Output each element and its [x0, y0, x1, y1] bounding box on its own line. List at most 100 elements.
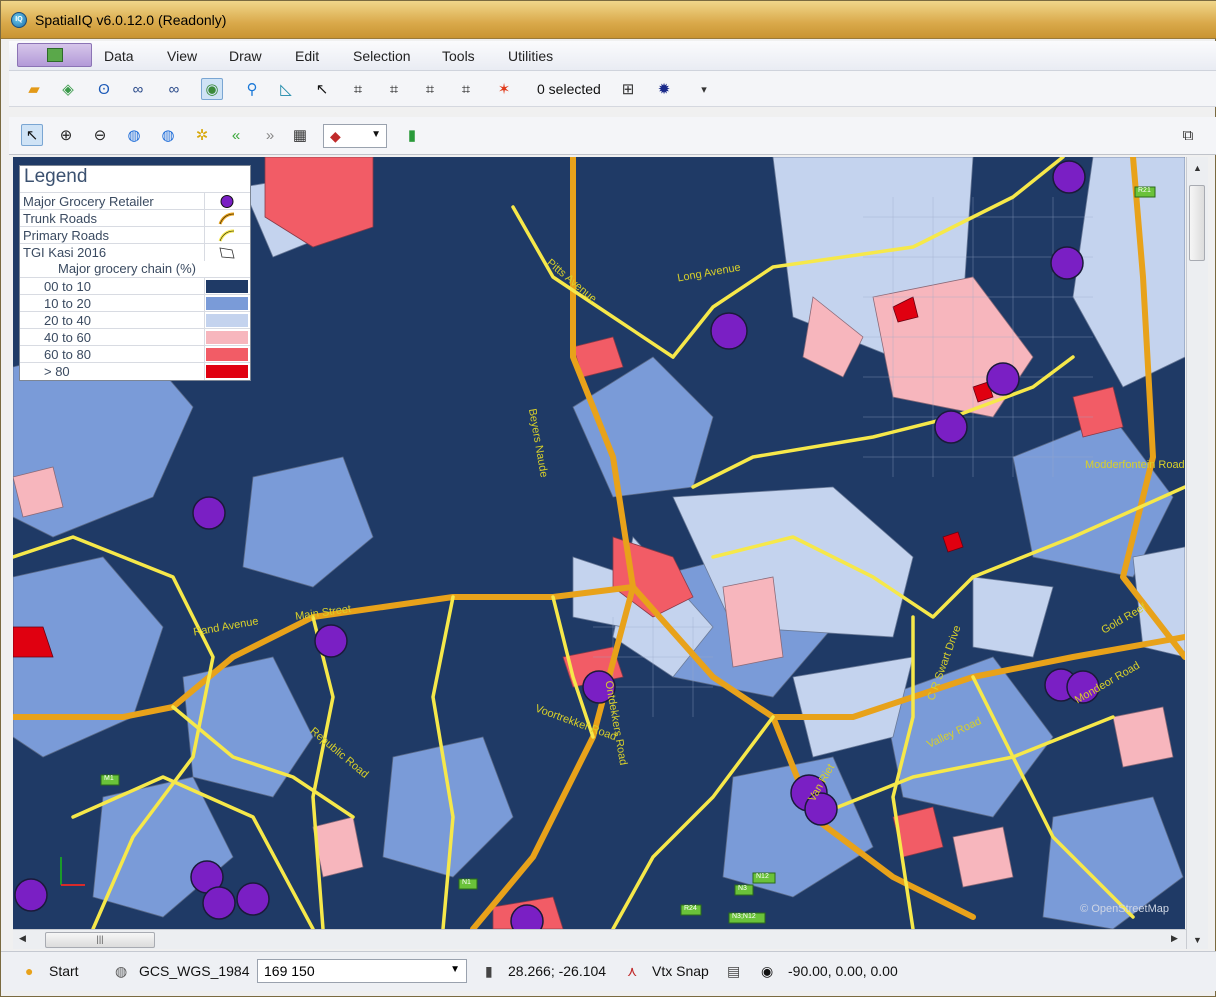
settings-gear-icon[interactable]: ✲	[191, 124, 213, 146]
menu-tools[interactable]: Tools	[442, 48, 475, 64]
point-select-icon[interactable]: ↖	[311, 78, 333, 100]
trunk-road-icon	[218, 212, 235, 225]
basemap-icon: ◆	[330, 128, 341, 144]
snap-icon: ⋏	[627, 963, 638, 979]
open-folder-icon[interactable]: ▰	[23, 78, 45, 100]
globe-settings-icon[interactable]: ✹	[653, 78, 675, 100]
route-shield-label: N3;N12	[732, 913, 756, 920]
horizontal-scrollbar[interactable]: ◀ ||| ▶	[13, 929, 1186, 949]
route-shield-label: R21	[1138, 187, 1151, 194]
globe-icon: ◍	[115, 963, 128, 979]
scroll-up-icon[interactable]: ▲	[1193, 163, 1202, 173]
select-tool-icon[interactable]: ʘ	[93, 78, 115, 100]
scroll-down-icon[interactable]: ▼	[1193, 935, 1202, 945]
class-swatch	[206, 297, 248, 310]
menu-draw[interactable]: Draw	[229, 48, 262, 64]
basemap-select[interactable]: ◆ ▼	[323, 124, 387, 148]
horizontal-scroll-thumb[interactable]: |||	[45, 932, 155, 948]
measure-icon[interactable]: ◺	[275, 78, 297, 100]
menu-selection[interactable]: Selection	[353, 48, 411, 64]
scroll-left-icon[interactable]: ◀	[19, 933, 26, 944]
vertex-snap-toggle[interactable]: Vtx Snap	[652, 963, 709, 979]
scroll-right-icon[interactable]: ▶	[1171, 933, 1178, 944]
vertex-icon[interactable]: ∞	[163, 78, 185, 100]
zoom-in-icon[interactable]: ⊕	[55, 124, 77, 146]
street-label: Modderfontein Road	[1085, 459, 1185, 471]
polygon-select-icon[interactable]: ⌗	[419, 78, 441, 100]
selection-count: 0 selected	[537, 81, 601, 97]
vertical-scrollbar[interactable]: ▲ ▼	[1186, 157, 1208, 949]
previous-extent-icon[interactable]: «	[225, 124, 247, 146]
primary-road-icon	[218, 229, 235, 242]
menu-edit[interactable]: Edit	[295, 48, 319, 64]
file-menu-button[interactable]	[17, 43, 92, 67]
legend-class-row: > 80	[20, 362, 250, 380]
legend-class-row: 20 to 40	[20, 311, 250, 329]
legend-class-row: 60 to 80	[20, 345, 250, 363]
class-swatch	[206, 314, 248, 327]
route-shield-label: M1	[104, 775, 114, 782]
lightbulb-icon: ●	[25, 963, 34, 979]
pin-icon[interactable]: ⚲	[241, 78, 263, 100]
grid-icon[interactable]: ▦	[289, 124, 311, 146]
route-shield-label: R24	[684, 905, 697, 912]
menu-bar: Data View Draw Edit Selection Tools Util…	[9, 41, 1216, 71]
route-shield-label: N12	[756, 873, 769, 880]
bookmark-icon[interactable]: ▮	[401, 124, 423, 146]
table-icon[interactable]: ⊞	[617, 78, 639, 100]
chevron-down-icon: ▼	[371, 129, 381, 140]
scale-select[interactable]: 169 150 ▼	[257, 959, 467, 983]
class-swatch	[206, 365, 248, 378]
legend-row-tgi-kasi: TGI Kasi 2016	[20, 243, 250, 261]
zoom-out-icon[interactable]: ⊖	[89, 124, 111, 146]
view-rotation: -90.00, 0.00, 0.00	[788, 963, 898, 979]
note-icon[interactable]: ▤	[727, 963, 740, 980]
legend-theme-title: Major grocery chain (%)	[58, 261, 196, 276]
overflow-dropdown-icon[interactable]: ▾	[693, 78, 715, 100]
add-layer-icon[interactable]: ◈	[57, 78, 79, 100]
legend-class-row: 00 to 10	[20, 277, 250, 295]
legend-row-primary-roads: Primary Roads	[20, 226, 250, 244]
full-extent-icon[interactable]: ◍	[123, 124, 145, 146]
edit-toolbar: ▰ ◈ ʘ ∞ ∞ ◉ ⚲ ◺ ↖ ⌗ ⌗ ⌗ ⌗ ✶ 0 selected ⊞…	[9, 71, 1216, 107]
class-swatch	[206, 280, 248, 293]
mouse-icon: ▮	[485, 963, 493, 979]
status-bar: ● Start ◍ GCS_WGS_1984 169 150 ▼ ▮ 28.26…	[1, 951, 1216, 991]
node-edit-icon[interactable]: ∞	[127, 78, 149, 100]
clear-selection-icon[interactable]: ✶	[493, 78, 515, 100]
app-window: IQ SpatialIQ v6.0.12.0 (Readonly) Data V…	[0, 0, 1216, 997]
crop-icon[interactable]: ⌗	[347, 78, 369, 100]
menu-data[interactable]: Data	[104, 48, 134, 64]
rotate-icon[interactable]: ⌗	[383, 78, 405, 100]
legend-class-row: 10 to 20	[20, 294, 250, 312]
menu-utilities[interactable]: Utilities	[508, 48, 553, 64]
vertical-scroll-thumb[interactable]	[1189, 185, 1205, 261]
navigation-toolbar: ↖ ⊕ ⊖ ◍ ◍ ✲ « » ▦ ◆ ▼ ▮ ⧉	[9, 117, 1216, 155]
start-button[interactable]: Start	[49, 963, 79, 979]
eye-icon[interactable]: ◉	[761, 963, 773, 980]
coordinate-system[interactable]: GCS_WGS_1984	[139, 963, 250, 979]
chevron-down-icon: ▼	[450, 964, 460, 975]
window-title: SpatialIQ v6.0.12.0 (Readonly)	[35, 12, 227, 28]
class-swatch	[206, 331, 248, 344]
route-shield-label: N3	[738, 885, 747, 892]
title-bar: IQ SpatialIQ v6.0.12.0 (Readonly)	[1, 1, 1216, 39]
map-legend: Legend Major Grocery Retailer Trunk Road…	[19, 165, 251, 381]
route-shield-label: N1	[462, 879, 471, 886]
app-logo-icon: IQ	[11, 12, 27, 28]
retailer-point-icon	[220, 195, 234, 208]
next-extent-icon[interactable]: »	[259, 124, 281, 146]
pointer-icon[interactable]: ↖	[21, 124, 43, 146]
menu-view[interactable]: View	[167, 48, 197, 64]
restore-window-icon[interactable]: ⧉	[1177, 124, 1199, 146]
map-icon	[47, 48, 63, 62]
zoom-layer-icon[interactable]: ◍	[157, 124, 179, 146]
legend-title: Legend	[24, 166, 88, 187]
legend-class-row: 40 to 60	[20, 328, 250, 346]
label-tool-icon[interactable]: ◉	[201, 78, 223, 100]
polygon-icon	[219, 247, 235, 259]
map-attribution: © OpenStreetMap	[1080, 903, 1169, 915]
clip-icon[interactable]: ⌗	[455, 78, 477, 100]
cursor-coordinates: 28.266; -26.104	[508, 963, 607, 979]
legend-row-retailer: Major Grocery Retailer	[20, 192, 250, 210]
